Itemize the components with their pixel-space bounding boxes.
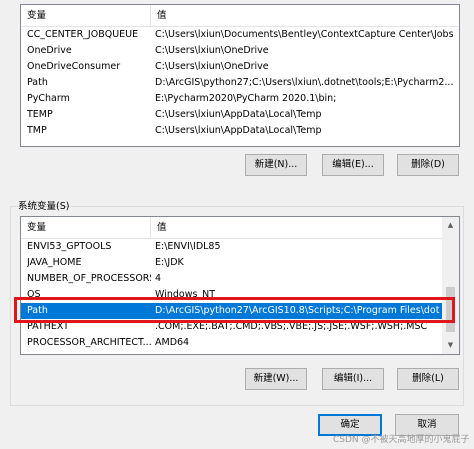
variable-value: D:\ArcGIS\python27;C:\Users\lxiun\.dotne… xyxy=(155,77,454,88)
column-header-variable[interactable]: 变量 xyxy=(21,217,151,238)
variable-name: OneDriveConsumer xyxy=(27,61,121,72)
user-new-button[interactable]: 新建(N)... xyxy=(245,154,307,176)
variable-name: NUMBER_OF_PROCESSORS xyxy=(27,273,151,284)
scroll-up-icon[interactable]: ▲ xyxy=(442,217,459,234)
variable-name: ENVI53_GPTOOLS xyxy=(27,241,112,252)
variable-value: C:\Users\lxiun\OneDrive xyxy=(155,45,269,56)
table-row[interactable]: Path D:\ArcGIS\python27;C:\Users\lxiun\.d… xyxy=(21,75,459,91)
table-row[interactable]: PyCharm E:\Pycharm2020\PyCharm 2020.1\bin… xyxy=(21,91,459,107)
system-list-scrollbar[interactable]: ▲ ▼ xyxy=(442,217,459,354)
variable-name: CC_CENTER_JOBQUEUE xyxy=(27,29,139,40)
variable-value: C:\Users\lxiun\AppData\Local\Temp xyxy=(155,125,322,136)
table-row[interactable]: JAVA_HOME E:\JDK xyxy=(21,255,442,271)
column-header-variable[interactable]: 变量 xyxy=(21,5,151,26)
user-variables-list[interactable]: 变量 值 CC_CENTER_JOBQUEUE C:\Users\lxiun\Do… xyxy=(20,4,460,147)
variable-value: E:\ENVI\IDL85 xyxy=(155,241,221,252)
system-variables-header: 变量 值 xyxy=(21,217,444,239)
user-edit-button[interactable]: 编辑(E)... xyxy=(322,154,384,176)
user-variables-header: 变量 值 xyxy=(21,5,459,27)
user-delete-button[interactable]: 删除(D) xyxy=(397,154,459,176)
system-variables-title: 系统变量(S) xyxy=(18,201,70,212)
variable-value: 4 xyxy=(155,273,162,284)
table-row[interactable]: NUMBER_OF_PROCESSORS 4 xyxy=(21,271,442,287)
variable-value: C:\Users\lxiun\OneDrive xyxy=(155,61,269,72)
table-row[interactable]: OneDriveConsumer C:\Users\lxiun\OneDrive xyxy=(21,59,459,75)
table-row[interactable]: TMP C:\Users\lxiun\AppData\Local\Temp xyxy=(21,123,459,139)
variable-name: TEMP xyxy=(27,109,53,120)
variable-name: JAVA_HOME xyxy=(27,257,82,268)
system-delete-button[interactable]: 删除(L) xyxy=(397,368,459,390)
scroll-down-icon[interactable]: ▼ xyxy=(442,337,459,354)
table-row[interactable]: ENVI53_GPTOOLS E:\ENVI\IDL85 xyxy=(21,239,442,255)
column-header-value[interactable]: 值 xyxy=(151,217,444,238)
table-row[interactable]: TEMP C:\Users\lxiun\AppData\Local\Temp xyxy=(21,107,459,123)
variable-name: Path xyxy=(27,77,48,88)
variable-value: AMD64 xyxy=(155,337,190,348)
table-row[interactable]: PROCESSOR_ARCHITECT... AMD64 xyxy=(21,335,442,351)
variable-name: PyCharm xyxy=(27,93,70,104)
variable-value: C:\Users\lxiun\Documents\Bentley\Context… xyxy=(155,29,454,40)
system-edit-button[interactable]: 编辑(I)... xyxy=(322,368,384,390)
variable-value: E:\Pycharm2020\PyCharm 2020.1\bin; xyxy=(155,93,337,104)
table-row[interactable]: OneDrive C:\Users\lxiun\OneDrive xyxy=(21,43,459,59)
variable-name: TMP xyxy=(27,125,47,136)
variable-name: PROCESSOR_ARCHITECT... xyxy=(27,337,151,348)
watermark: CSDN @不被天高地厚的小鬼屁子 xyxy=(333,435,470,445)
system-new-button[interactable]: 新建(W)... xyxy=(245,368,307,390)
variable-name: OneDrive xyxy=(27,45,72,56)
table-row[interactable]: CC_CENTER_JOBQUEUE C:\Users\lxiun\Documen… xyxy=(21,27,459,43)
system-variables-list[interactable]: 变量 值 ENVI53_GPTOOLS E:\ENVI\IDL85 JAVA_HOM… xyxy=(20,216,460,355)
variable-value: C:\Users\lxiun\AppData\Local\Temp xyxy=(155,109,322,120)
variable-value: E:\JDK xyxy=(155,257,184,268)
column-header-value[interactable]: 值 xyxy=(151,5,459,26)
path-highlight-box xyxy=(14,297,455,323)
